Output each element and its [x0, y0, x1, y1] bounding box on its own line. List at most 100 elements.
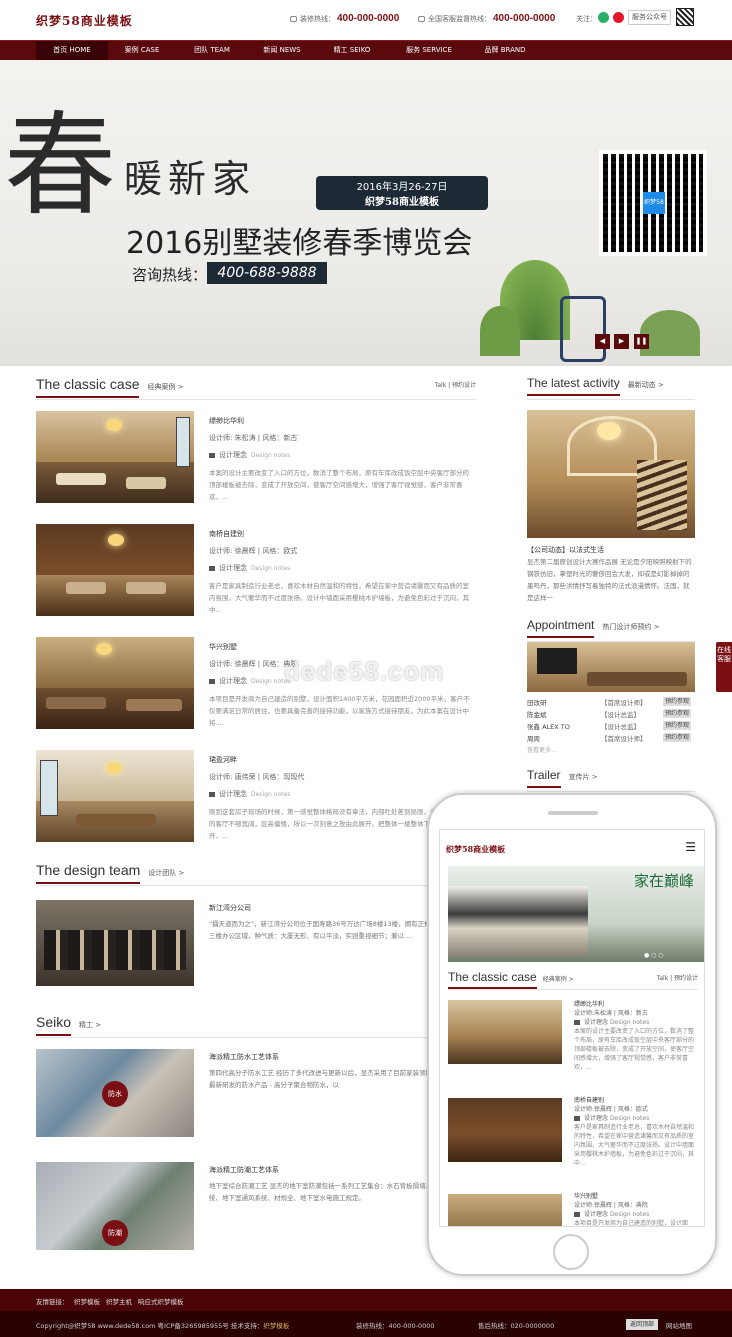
note-label: 设计理念: [219, 677, 247, 685]
room-floor: [36, 574, 194, 616]
hero-banner[interactable]: 春 暖新家 2016年3月26-27日 织梦58商业模板 2016别墅装修春季博…: [0, 60, 732, 366]
mobile-case-note: 设计理念 Design notes: [574, 1114, 698, 1123]
mobile-section-more[interactable]: 经典案例 >: [543, 976, 574, 983]
mobile-case-desc: 本项目是开发商为自己建造的别墅，设计面积...: [574, 1220, 689, 1227]
section-title-en: Seiko: [36, 1014, 72, 1036]
support-link[interactable]: 织梦模板: [263, 1322, 289, 1330]
plant-decoration: [480, 306, 520, 356]
case-description: 本项目是开发商为自己建造的别墅，设计面积1400平方米，花园面积近2000平米。…: [209, 695, 470, 727]
seiko-badge: 防潮: [102, 1220, 128, 1246]
tv-decoration: [537, 648, 577, 674]
activity-image[interactable]: [527, 410, 695, 538]
banner-prev-button[interactable]: ◀: [595, 334, 610, 349]
designer-name: 田改研: [527, 699, 547, 707]
hotline-1-label: 装修热线：: [300, 15, 335, 23]
seiko-image-1[interactable]: 防水: [36, 1049, 194, 1137]
site-logo[interactable]: 织梦58商业模板: [36, 12, 133, 29]
copyright: Copyright@织梦58 www.dede58.com 粤ICP备32659…: [36, 1320, 289, 1330]
section-more-link[interactable]: 设计团队 >: [148, 869, 184, 877]
nav-team[interactable]: 团队 TEAM: [180, 41, 244, 60]
seiko-title[interactable]: 海派精工防潮工艺体系: [209, 1164, 439, 1176]
nav-seiko[interactable]: 精工 SEIKO: [320, 41, 384, 60]
seiko-image-2[interactable]: 防潮: [36, 1162, 194, 1250]
mobile-case-note: 设计理念 Design notes: [574, 1018, 698, 1027]
room-photo: [36, 411, 194, 503]
section-more-link[interactable]: 宣传片 >: [569, 773, 598, 781]
trailer-header: Trailer 宣传片 >: [527, 768, 695, 792]
team-description: "擂天道而为之"，新江湾分公司位于国寿路36号万达广场8楼13楼，拥有正规的三楼…: [209, 920, 438, 940]
section-more-link[interactable]: 精工 >: [79, 1021, 101, 1029]
appointment-button[interactable]: 预约参观: [662, 709, 691, 718]
seiko-description: 第四代高分子防水工艺 经历了多代改进与更新以后，显杰采用了目前家装领域中最新研发…: [209, 1069, 439, 1089]
appointment-button[interactable]: 预约参观: [662, 733, 691, 742]
mobile-logo[interactable]: 织梦58商业模板: [446, 844, 505, 855]
team-people: [44, 930, 186, 970]
phone-mockup: 织梦58商业模板 ☰ 家在巅峰 ● ○ ○ The classic case 经典…: [427, 793, 717, 1276]
carousel-dots[interactable]: ● ○ ○: [644, 952, 664, 959]
footer-bottom: Copyright@织梦58 www.dede58.com 粤ICP备32659…: [0, 1311, 732, 1337]
case-title[interactable]: 珺盈河畔: [209, 755, 471, 765]
case-title[interactable]: 南桥自建别: [209, 529, 471, 539]
team-title[interactable]: 新江湾分公司: [209, 902, 439, 914]
designer-name: 周周: [527, 735, 540, 743]
mobile-case-item: 缥缈比华利 设计师:朱松涛 | 风格：新古 设计理念 Design notes …: [574, 1000, 698, 1072]
case-image-3[interactable]: [36, 637, 194, 729]
sitemap-link[interactable]: 网站地图: [666, 1320, 692, 1330]
hamburger-menu-icon[interactable]: ☰: [685, 840, 696, 854]
nav-home[interactable]: 首页 HOME: [36, 41, 108, 60]
mobile-banner[interactable]: 家在巅峰 ● ○ ○: [448, 866, 704, 962]
case-item-1: 缥缈比华利 设计师: 朱松涛 | 风格：新古 设计理念 Design notes …: [209, 416, 471, 503]
mobile-case-image[interactable]: [448, 1194, 562, 1226]
classic-case-header: The classic case 经典案例 > Talk | 预约设计: [36, 376, 476, 400]
note-label-en: Design notes: [609, 1211, 650, 1218]
sofa: [76, 814, 156, 826]
service-account-button[interactable]: 服务公众号: [628, 10, 671, 25]
appointment-button[interactable]: 预约参观: [662, 697, 691, 706]
case-image-4[interactable]: [36, 750, 194, 842]
nav-case[interactable]: 案例 CASE: [110, 41, 174, 60]
wechat-icon[interactable]: [598, 12, 609, 23]
section-more-link[interactable]: 最新动态 >: [628, 381, 664, 389]
case-image-2[interactable]: [36, 524, 194, 616]
case-description: 客户是家具制造行业老总，喜欢木材自然温和的特性，希望在家中营造诸馨而又有品质的室…: [209, 582, 469, 614]
designer-level: 【首席设计师】: [601, 735, 647, 743]
case-title[interactable]: 缥缈比华利: [209, 416, 471, 426]
mobile-talk-link[interactable]: Talk | 预约设计: [657, 973, 698, 982]
appointment-button[interactable]: 预约参观: [662, 721, 691, 730]
mobile-case-image[interactable]: [448, 1098, 562, 1162]
footer-links-bar: 友情链接： 织梦模板 织梦主机 响应式织梦模板: [0, 1289, 732, 1311]
nav-brand[interactable]: 品牌 BRAND: [472, 41, 538, 60]
banner-consult-label: 咨询热线：: [132, 266, 208, 284]
mobile-case-title[interactable]: 缥缈比华利: [574, 1000, 698, 1009]
mobile-case-item: 华兴别墅 设计师:徐晨辉 | 风格：典院 设计理念 Design notes 本…: [574, 1192, 698, 1227]
back-to-top-button[interactable]: 返回顶部: [626, 1319, 659, 1330]
talk-link[interactable]: Talk | 预约设计: [435, 380, 476, 389]
banner-next-button[interactable]: ▶: [614, 334, 629, 349]
nav-service[interactable]: 服务 SERVICE: [392, 41, 466, 60]
friend-link[interactable]: 织梦主机: [106, 1296, 132, 1306]
banner-pause-button[interactable]: ❚❚: [634, 334, 649, 349]
case-title[interactable]: 华兴别墅: [209, 642, 471, 652]
online-service-tab[interactable]: 在线客服: [716, 642, 732, 692]
sofa: [46, 697, 106, 709]
mobile-case-image[interactable]: [448, 1000, 562, 1064]
note-icon: [574, 1116, 580, 1121]
team-photo[interactable]: [36, 900, 194, 986]
activity-title[interactable]: 【公司动态】以法式生活: [527, 545, 604, 555]
section-more-link[interactable]: 经典案例 >: [147, 383, 183, 391]
case-image-1[interactable]: [36, 411, 194, 503]
more-link[interactable]: 查看更多...: [527, 745, 557, 754]
mobile-case-title[interactable]: 华兴别墅: [574, 1192, 698, 1201]
friend-link[interactable]: 织梦模板: [74, 1296, 100, 1306]
mobile-case-title[interactable]: 南桥自建别: [574, 1096, 698, 1105]
seiko-title[interactable]: 海派精工防水工艺体系: [209, 1051, 439, 1063]
hotline-2-number: 400-000-0000: [493, 13, 556, 24]
section-more-link[interactable]: 热门设计师预约 >: [602, 623, 659, 631]
room-photo: [36, 524, 194, 616]
banner-tagline: 暖新家: [124, 157, 257, 201]
friend-link[interactable]: 响应式织梦模板: [138, 1296, 184, 1306]
weibo-icon[interactable]: [613, 12, 624, 23]
mobile-case-desc: 客户是家具制造行业老总，喜欢木材自然温和的特性，希望在家中营造诸馨而又有品质的室…: [574, 1124, 695, 1167]
phone-screen: 织梦58商业模板 ☰ 家在巅峰 ● ○ ○ The classic case 经典…: [439, 829, 705, 1227]
nav-news[interactable]: 新闻 NEWS: [250, 41, 314, 60]
